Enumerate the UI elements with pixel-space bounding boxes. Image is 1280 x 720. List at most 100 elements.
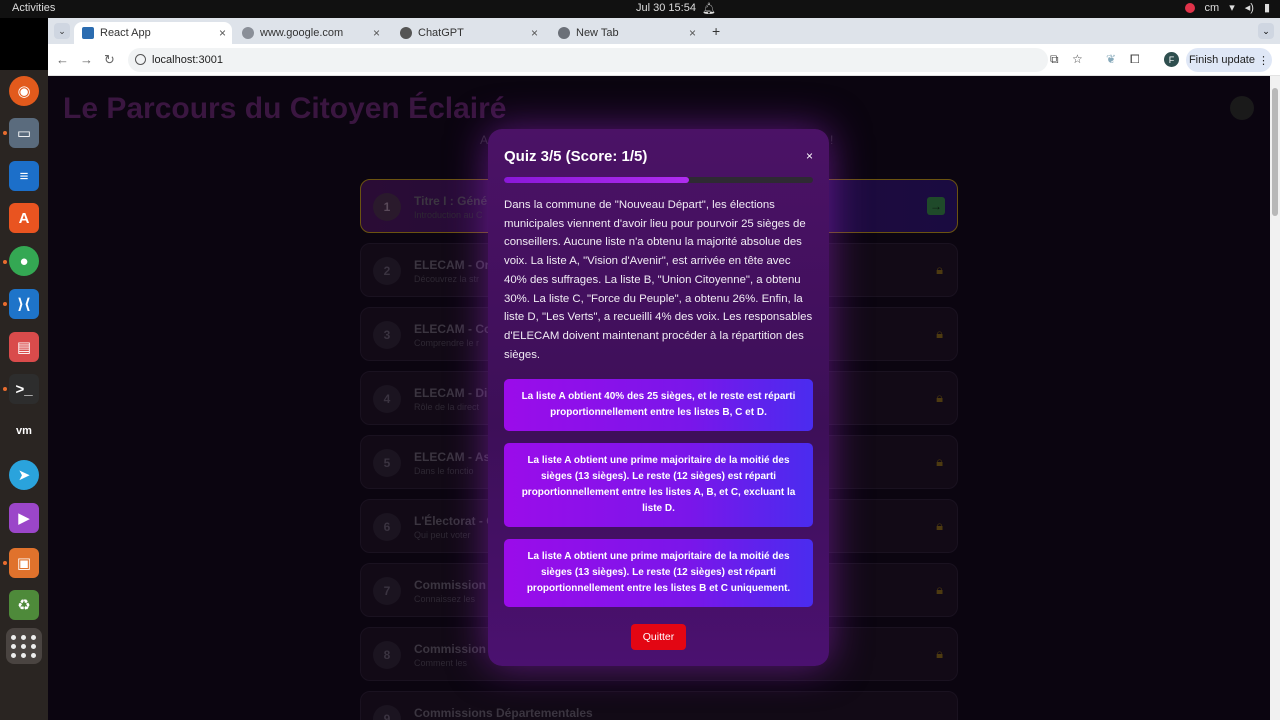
vmware-icon[interactable]: vm bbox=[9, 416, 39, 446]
tab-label: ChatGPT bbox=[418, 27, 464, 39]
lock-icon: 🔒︎ bbox=[936, 390, 943, 405]
running-indicator bbox=[3, 260, 7, 264]
writer-icon[interactable]: ≡ bbox=[9, 161, 39, 191]
chapter-card[interactable]: 9 Commissions Départementales bbox=[360, 691, 958, 720]
chapter-title: Titre I : Géné bbox=[414, 194, 488, 208]
page-scrollbar[interactable] bbox=[1270, 76, 1280, 720]
chrome-favicon-icon bbox=[558, 27, 570, 39]
tab-close-icon[interactable]: × bbox=[219, 26, 226, 40]
quiz-progress-bar bbox=[504, 177, 813, 183]
new-tab-plus-icon[interactable]: + bbox=[712, 23, 720, 39]
chapter-title: L'Électorat - C bbox=[414, 514, 495, 528]
globe-favicon-icon bbox=[242, 27, 254, 39]
quiz-question: Dans la commune de "Nouveau Départ", les… bbox=[504, 199, 813, 361]
address-bar-url[interactable]: localhost:3001 bbox=[152, 54, 223, 66]
chapter-title: Commission bbox=[414, 578, 487, 592]
tab-react-app[interactable]: React App × bbox=[74, 22, 232, 44]
chapter-description: Introduction au C bbox=[414, 210, 483, 220]
activities-button[interactable]: Activities bbox=[12, 2, 55, 14]
tab-chatgpt[interactable]: ChatGPT × bbox=[392, 22, 544, 44]
tab-label: New Tab bbox=[576, 27, 619, 39]
chapter-number: 3 bbox=[373, 321, 401, 349]
chapter-title: ELECAM - Ass bbox=[414, 450, 497, 464]
extension-leaf-icon[interactable]: ❦ bbox=[1106, 52, 1116, 66]
bookmark-star-icon[interactable]: ☆ bbox=[1072, 52, 1083, 66]
terminal-icon[interactable]: >_ bbox=[9, 374, 39, 404]
tab-close-icon[interactable]: × bbox=[689, 26, 696, 40]
running-indicator bbox=[3, 387, 7, 391]
chapter-title: ELECAM - Di bbox=[414, 386, 488, 400]
profile-avatar[interactable]: F bbox=[1164, 52, 1179, 67]
recording-indicator-icon bbox=[1184, 2, 1195, 13]
chapter-number: 7 bbox=[373, 577, 401, 605]
tab-search-button[interactable]: ⌄ bbox=[54, 23, 70, 39]
running-indicator bbox=[3, 302, 7, 306]
keyboard-layout[interactable]: cm bbox=[1205, 2, 1220, 14]
chapter-title: ELECAM - Or bbox=[414, 258, 490, 272]
tab-close-icon[interactable]: × bbox=[531, 26, 538, 40]
chapter-number: 1 bbox=[373, 193, 401, 221]
theme-toggle-button[interactable] bbox=[1230, 96, 1254, 120]
scrollbar-thumb[interactable] bbox=[1272, 88, 1278, 216]
arrow-right-icon[interactable]: → bbox=[927, 197, 945, 215]
lock-icon: 🔒︎ bbox=[936, 518, 943, 533]
quiz-modal: Quiz 3/5 (Score: 1/5) × Dans la commune … bbox=[488, 129, 829, 666]
battery-icon: ▮ bbox=[1263, 2, 1270, 14]
media-player-icon[interactable]: ▶ bbox=[9, 503, 39, 533]
install-app-icon[interactable]: ⧉ bbox=[1050, 52, 1059, 67]
browser-toolbar: ← → ↻ localhost:3001 ⧉ ☆ ❦ ⧠ F Finish up… bbox=[48, 44, 1280, 76]
chrome-icon[interactable]: ● bbox=[9, 246, 39, 276]
system-tray[interactable]: cm ▾ ◂) ▮ bbox=[1184, 1, 1270, 14]
site-info-icon[interactable] bbox=[135, 54, 146, 65]
system-top-bar: Activities Jul 30 15:54 🔔︎ cm ▾ ◂) ▮ bbox=[0, 0, 1280, 18]
tab-label: www.google.com bbox=[260, 27, 344, 39]
chatgpt-favicon-icon bbox=[400, 27, 412, 39]
close-icon[interactable]: × bbox=[806, 149, 813, 163]
tab-close-icon[interactable]: × bbox=[373, 26, 380, 40]
answer-option-2[interactable]: La liste A obtient une prime majoritaire… bbox=[504, 443, 813, 527]
running-indicator bbox=[3, 561, 7, 565]
extensions-puzzle-icon[interactable]: ⧠ bbox=[1130, 52, 1140, 67]
chapter-title: Commission bbox=[414, 642, 487, 656]
chapter-title: ELECAM - Co bbox=[414, 322, 492, 336]
volume-icon: ◂) bbox=[1244, 2, 1254, 14]
lock-icon: 🔒︎ bbox=[936, 454, 943, 469]
back-icon[interactable]: ← bbox=[56, 52, 69, 67]
page-viewport: Le Parcours du Citoyen Éclairé A ! 1 Tit… bbox=[48, 76, 1270, 720]
wifi-icon: ▾ bbox=[1229, 2, 1235, 14]
chapter-description: Découvrez la str bbox=[414, 274, 480, 284]
finish-update-button[interactable]: Finish update ⋮ bbox=[1186, 48, 1272, 72]
telegram-icon[interactable]: ➤ bbox=[9, 460, 39, 490]
lock-icon: 🔒︎ bbox=[936, 262, 943, 277]
page-subtitle-end: ! bbox=[830, 133, 834, 147]
answer-option-3[interactable]: La liste A obtient une prime majoritaire… bbox=[504, 539, 813, 607]
chapter-number: 6 bbox=[373, 513, 401, 541]
notification-bell-icon: 🔔︎ bbox=[702, 3, 716, 15]
dock: ◉ ▭ ≡ A ● ⟩⟨ ▤ >_ vm ➤ ▶ ▣ ♻ bbox=[0, 70, 48, 720]
quiz-title: Quiz 3/5 (Score: 1/5) bbox=[504, 148, 648, 165]
chapter-number: 2 bbox=[373, 257, 401, 285]
chapter-description: Dans le fonctio bbox=[414, 466, 474, 476]
browser-tab-strip: ⌄ React App × www.google.com × ChatGPT ×… bbox=[48, 18, 1280, 44]
vscode-icon[interactable]: ⟩⟨ bbox=[9, 289, 39, 319]
firefox-icon[interactable]: ◉ bbox=[9, 76, 39, 106]
impress-icon[interactable]: ▣ bbox=[9, 548, 39, 578]
app-center-icon[interactable]: A bbox=[9, 203, 39, 233]
answer-option-1[interactable]: La liste A obtient 40% des 25 sièges, et… bbox=[504, 379, 813, 431]
chapter-description: Comprendre le r bbox=[414, 338, 480, 348]
lock-icon: 🔒︎ bbox=[936, 646, 943, 661]
address-bar[interactable]: localhost:3001 bbox=[128, 48, 1048, 72]
reload-icon[interactable]: ↻ bbox=[104, 52, 115, 68]
window-menu-button[interactable]: ⌄ bbox=[1258, 23, 1274, 39]
trash-icon[interactable]: ♻ bbox=[9, 590, 39, 620]
files-icon[interactable]: ▭ bbox=[9, 118, 39, 148]
show-apps-button[interactable] bbox=[6, 628, 42, 664]
page-subtitle-start: A bbox=[480, 133, 489, 147]
document-viewer-icon[interactable]: ▤ bbox=[9, 332, 39, 362]
system-clock[interactable]: Jul 30 15:54 bbox=[636, 2, 696, 14]
forward-icon[interactable]: → bbox=[80, 52, 93, 67]
react-favicon-icon bbox=[82, 27, 94, 39]
tab-new-tab[interactable]: New Tab × bbox=[550, 22, 702, 44]
quit-button[interactable]: Quitter bbox=[631, 624, 686, 650]
tab-google[interactable]: www.google.com × bbox=[234, 22, 386, 44]
